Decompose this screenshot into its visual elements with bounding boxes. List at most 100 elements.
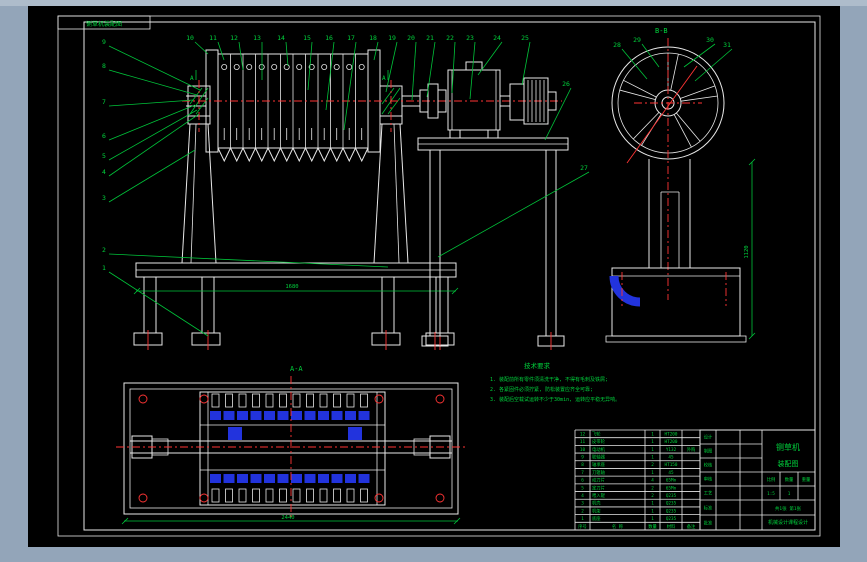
bom-cell-no: 3 — [581, 501, 584, 507]
corner-stamp-label: 铡草机装配图 — [86, 20, 122, 28]
bom-cell-no: 12 — [580, 431, 586, 437]
balloon-26: 26 — [562, 80, 570, 88]
bom-cell-qty: 1 — [651, 447, 654, 453]
bom-cell-material: HT200 — [665, 439, 678, 445]
bom-cell-material: 65Mn — [666, 485, 677, 491]
bom-cell-qty: 1 — [651, 455, 654, 461]
balloon-31: 31 — [723, 41, 731, 49]
bom-cell-no: 6 — [581, 478, 584, 484]
bom-cell-qty: 1 — [651, 501, 654, 507]
note-line-3: 3. 装配后空载试运转不少于30min, 运转应平稳无异响。 — [490, 396, 620, 403]
bom-cell-name: 机架 — [592, 507, 601, 514]
section-aa-label: A-A — [290, 365, 303, 373]
titleblock-field: 校核 — [704, 462, 713, 469]
balloon-17: 17 — [347, 34, 355, 42]
balloon-13: 13 — [253, 34, 261, 42]
balloon-16: 16 — [325, 34, 333, 42]
balloon-10: 10 — [186, 34, 194, 42]
bom-cell-material: Q235 — [666, 516, 677, 522]
balloon-9: 9 — [102, 38, 106, 46]
scale-label: 比例 — [767, 476, 776, 483]
titleblock-field: 设计 — [704, 434, 713, 441]
bom-cell-no: 9 — [581, 455, 584, 461]
front-dim-text: 1680 — [285, 284, 298, 290]
bom-cell-qty: 1 — [651, 431, 654, 437]
bom-cell-name: 动刀片 — [592, 477, 605, 484]
bom-cell-material: HT200 — [665, 431, 678, 437]
bom-cell-name: 刀辊轴 — [592, 469, 605, 476]
balloon-12: 12 — [230, 34, 238, 42]
qty-label: 数量 — [785, 476, 794, 483]
bom-cell-name: 定刀片 — [592, 484, 605, 491]
bom-cell-qty: 2 — [651, 493, 654, 499]
bom-cell-name: 喂入辊 — [592, 492, 606, 499]
bom-cell-name: 轴承座 — [592, 461, 606, 468]
balloon-19: 19 — [388, 34, 396, 42]
plan-blue-block-right — [348, 427, 362, 440]
sheet-info: 共1张 第1张 — [775, 505, 802, 512]
bom-cell-material: HT150 — [665, 462, 678, 468]
bom-cell-name: 机壳 — [592, 500, 601, 507]
balloon-21: 21 — [426, 34, 434, 42]
bom-cell-remark: 外购 — [687, 446, 696, 453]
balloon-3: 3 — [102, 194, 106, 202]
titleblock-field: 标准 — [704, 505, 713, 512]
bom-cell-name: 底座 — [592, 515, 601, 522]
drawing-canvas[interactable]: 铡草机装配图 A A 1680 B-B 1120 A-A 2440 技术要求 1… — [0, 0, 867, 562]
bom-header: 数量 — [648, 523, 657, 530]
bom-cell-qty: 2 — [651, 462, 654, 468]
bom-header: 序号 — [578, 523, 587, 530]
bom-cell-no: 10 — [580, 447, 586, 453]
bom-cell-no: 1 — [581, 516, 584, 522]
balloon-1: 1 — [102, 264, 106, 272]
bom-cell-qty: 1 — [651, 508, 654, 514]
balloon-14: 14 — [277, 34, 285, 42]
titleblock-field: 工艺 — [704, 491, 713, 497]
bom-cell-qty: 1 — [651, 470, 654, 476]
balloon-11: 11 — [209, 34, 217, 42]
cad-viewer: 铡草机装配图 A A 1680 B-B 1120 A-A 2440 技术要求 1… — [0, 0, 867, 562]
org-name: 机械设计课程设计 — [768, 519, 808, 526]
balloon-22: 22 — [446, 34, 454, 42]
balloon-6: 6 — [102, 132, 106, 140]
plan-blue-block-left — [228, 427, 242, 440]
balloon-29: 29 — [633, 36, 641, 44]
bom-header: 备注 — [687, 523, 696, 530]
balloon-7: 7 — [102, 98, 106, 106]
balloon-2: 2 — [102, 246, 106, 254]
bom-cell-no: 5 — [581, 485, 584, 491]
balloon-25: 25 — [521, 34, 529, 42]
balloon-20: 20 — [407, 34, 415, 42]
bom-cell-no: 4 — [581, 493, 584, 499]
balloon-8: 8 — [102, 62, 106, 70]
balloon-23: 23 — [466, 34, 474, 42]
bom-header: 名 称 — [612, 523, 624, 530]
bom-cell-no: 7 — [581, 470, 584, 476]
bom-cell-material: 45 — [668, 455, 674, 461]
bom-cell-material: Q235 — [666, 493, 677, 499]
bom-cell-no: 2 — [581, 508, 584, 514]
bom-cell-qty: 1 — [651, 439, 654, 445]
scale-value: 1:5 — [767, 491, 775, 497]
balloon-15: 15 — [303, 34, 311, 42]
viewer-top-strip — [0, 0, 867, 6]
notes-title: 技术要求 — [524, 361, 551, 370]
bom-cell-material: 65Mn — [666, 478, 677, 484]
bom-cell-name: 皮带轮 — [592, 438, 606, 445]
note-line-1: 1. 装配前所有零件须清洗干净, 不得有毛刺及铁屑; — [490, 376, 608, 383]
side-dim-text: 1120 — [744, 245, 750, 258]
balloon-18: 18 — [369, 34, 377, 42]
drawing-title-1: 铡草机 — [776, 442, 800, 452]
bom-cell-qty: 2 — [651, 485, 654, 491]
bom-cell-no: 11 — [580, 439, 586, 445]
balloon-24: 24 — [493, 34, 501, 42]
bom-cell-material: 45 — [668, 470, 674, 476]
bom-cell-no: 8 — [581, 462, 584, 468]
bom-cell-name: 联轴器 — [592, 454, 606, 461]
balloon-4: 4 — [102, 168, 106, 176]
bom-cell-material: Q235 — [666, 508, 677, 514]
bom-header: 材料 — [667, 523, 676, 530]
bom-cell-qty: 1 — [651, 516, 654, 522]
bom-cell-material: Q235 — [666, 501, 677, 507]
view-arrow-a-left: A — [190, 75, 194, 82]
